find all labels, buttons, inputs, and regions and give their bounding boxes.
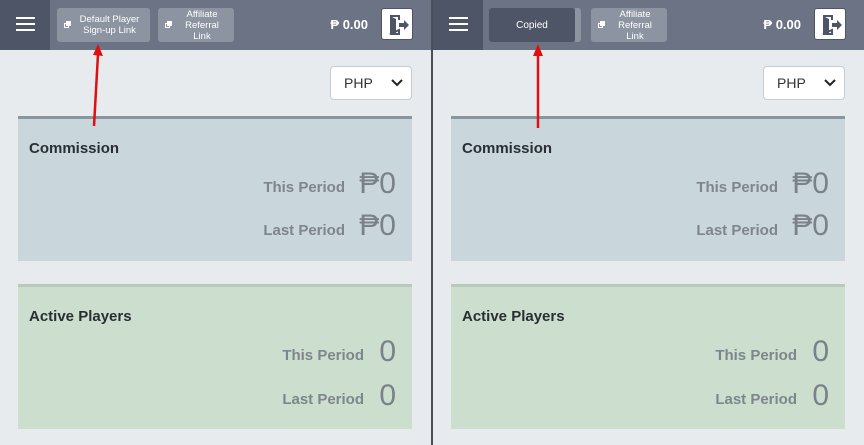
affiliate-link-label: Affiliate Referral Link: [618, 8, 652, 42]
card-title: Commission: [29, 140, 120, 157]
last-period-label: Last Period: [263, 222, 345, 239]
active-players-card: Active Players This Period 0 Last Period…: [451, 284, 845, 429]
last-period-value: 0: [812, 379, 829, 412]
default-player-signup-link-button[interactable]: Default Player Sign-up Link: [57, 8, 150, 42]
currency-value: PHP: [344, 75, 373, 91]
currency-value: PHP: [777, 75, 806, 91]
last-period-label: Last Period: [715, 391, 797, 408]
this-period-label: This Period: [282, 347, 364, 364]
last-period-label: Last Period: [696, 222, 778, 239]
right-panel: Copied Affiliate Referral Link ₱ 0.00 PH…: [433, 0, 864, 445]
annotation-arrow: [533, 44, 543, 128]
card-title: Active Players: [462, 308, 565, 325]
last-period-value: ₱0: [359, 209, 396, 242]
this-period-label: This Period: [715, 347, 797, 364]
chevron-down-icon: [391, 79, 403, 87]
this-period-value: 0: [812, 335, 829, 368]
last-period-value: 0: [379, 379, 396, 412]
affiliate-referral-link-button[interactable]: Affiliate Referral Link: [591, 8, 667, 42]
currency-select[interactable]: PHP: [763, 66, 845, 100]
this-period-value: ₱0: [359, 167, 396, 200]
annotation-arrow: [92, 44, 103, 127]
this-period-label: This Period: [696, 179, 778, 196]
logout-icon: [389, 15, 409, 35]
balance: ₱ 0.00: [763, 17, 801, 32]
default-link-label: Default Player Sign-up Link: [79, 14, 140, 36]
active-players-card: Active Players This Period 0 Last Period…: [18, 284, 412, 429]
chevron-down-icon: [824, 79, 836, 87]
copy-icon: [64, 21, 72, 29]
this-period-value: 0: [379, 335, 396, 368]
card-title: Commission: [462, 140, 553, 157]
commission-card: Commission This Period ₱0 Last Period ₱0: [451, 116, 845, 261]
left-panel: Default Player Sign-up Link Affiliate Re…: [0, 0, 431, 445]
commission-card: Commission This Period ₱0 Last Period ₱0: [18, 116, 412, 261]
logout-button[interactable]: [381, 8, 413, 40]
logout-icon: [822, 15, 842, 35]
affiliate-link-label: Affiliate Referral Link: [185, 8, 219, 42]
balance: ₱ 0.00: [330, 17, 368, 32]
last-period-label: Last Period: [282, 391, 364, 408]
menu-icon[interactable]: [433, 0, 483, 50]
copy-icon: [598, 21, 606, 29]
button-edge: [575, 8, 581, 42]
top-bar: Default Player Sign-up Link Affiliate Re…: [0, 0, 431, 50]
top-bar: Copied Affiliate Referral Link ₱ 0.00: [433, 0, 864, 50]
this-period-value: ₱0: [792, 167, 829, 200]
last-period-value: ₱0: [792, 209, 829, 242]
copied-label: Copied: [516, 19, 548, 31]
this-period-label: This Period: [263, 179, 345, 196]
currency-select[interactable]: PHP: [330, 66, 412, 100]
affiliate-referral-link-button[interactable]: Affiliate Referral Link: [158, 8, 234, 42]
copy-icon: [165, 21, 173, 29]
copied-button[interactable]: Copied: [489, 8, 575, 42]
menu-icon[interactable]: [0, 0, 50, 50]
logout-button[interactable]: [814, 8, 846, 40]
card-title: Active Players: [29, 308, 132, 325]
